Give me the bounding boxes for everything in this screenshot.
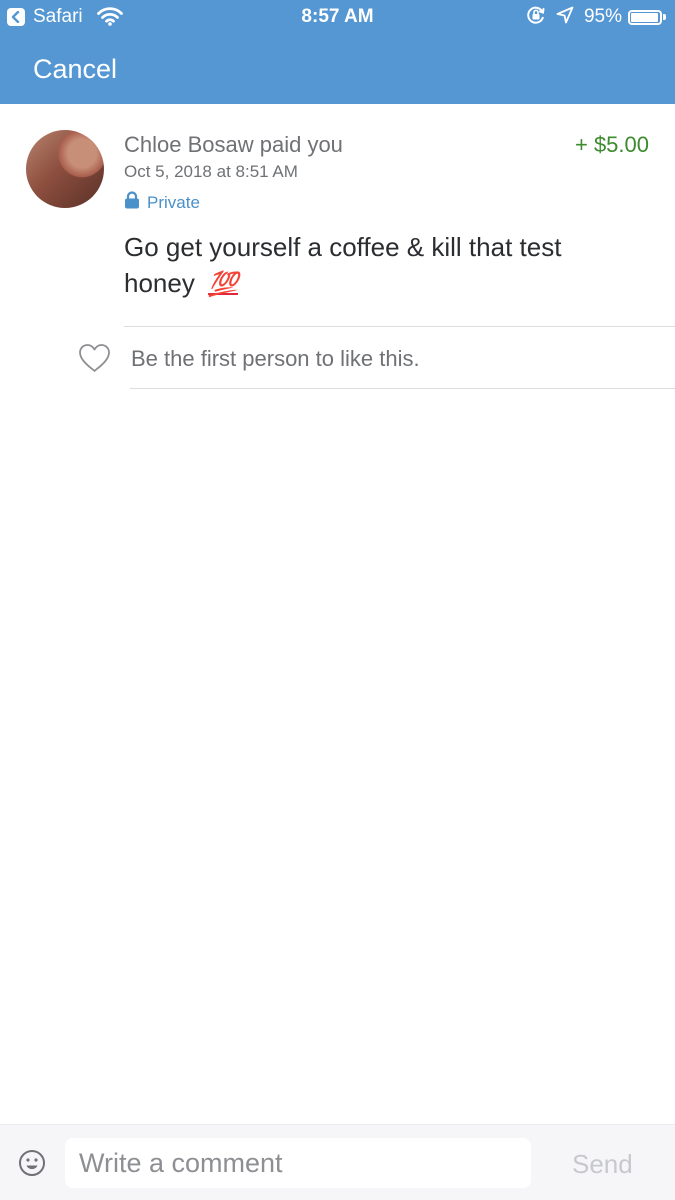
privacy-indicator: Private [124,191,200,214]
location-arrow-icon [556,6,574,29]
battery-tip [663,14,666,20]
story-headline: Chloe Bosaw paid you [124,132,343,157]
privacy-label: Private [147,192,200,212]
header-bar: Safari 8:57 AM 95% Cancel [0,0,675,104]
battery-level-fill [631,12,658,22]
story-date: Oct 5, 2018 at 8:51 AM [124,162,298,181]
smiley-icon[interactable] [18,1149,46,1182]
comment-bar: Send [0,1124,675,1200]
hundred-points-emoji: 💯 [208,271,238,298]
send-button[interactable]: Send [572,1149,633,1179]
status-right-group: 95% [526,6,666,28]
note-text: Go get yourself a coffee & kill that tes… [124,232,562,298]
battery-icon [628,9,662,25]
payment-amount: + $5.00 [574,132,649,157]
user-avatar[interactable] [26,130,104,208]
divider [130,388,675,389]
comment-input[interactable] [65,1138,531,1188]
rotation-lock-icon [526,5,546,30]
payment-note: Go get yourself a coffee & kill that tes… [124,229,624,303]
lock-icon [124,191,140,214]
likes-prompt: Be the first person to like this. [131,346,420,371]
heart-outline-icon[interactable] [78,343,111,378]
battery-percent: 95% [583,6,622,27]
status-bar: Safari 8:57 AM 95% [0,0,675,34]
cancel-button[interactable]: Cancel [33,52,117,86]
screen: Safari 8:57 AM 95% Cancel Chloe Bosaw pa… [0,0,675,1200]
divider [124,326,675,327]
